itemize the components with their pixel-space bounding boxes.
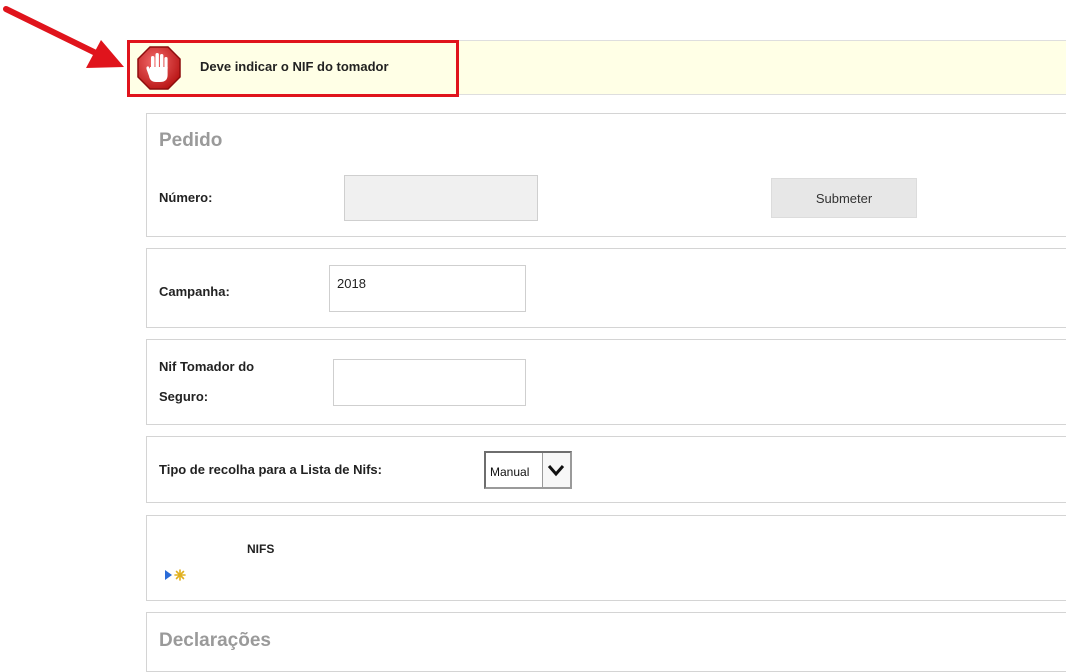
nifs-label: NIFS — [247, 542, 275, 556]
declaracoes-title: Declarações — [159, 630, 271, 651]
campanha-label: Campanha: — [159, 284, 230, 299]
campanha-field[interactable]: 2018 — [329, 265, 526, 312]
pedido-title: Pedido — [159, 130, 223, 151]
nif-label-line2: Seguro: — [159, 389, 209, 404]
nifs-panel: NIFS — [146, 515, 1066, 601]
red-arrow-icon — [3, 6, 124, 68]
nif-tomador-field[interactable] — [333, 359, 526, 406]
campanha-panel: Campanha: 2018 — [146, 248, 1066, 328]
nif-label-line1: Nif Tomador do — [159, 359, 255, 374]
pedido-panel: Pedido Número: Submeter — [146, 113, 1066, 237]
submit-button[interactable]: Submeter — [771, 178, 917, 218]
expand-new-icon[interactable] — [163, 568, 189, 582]
numero-label: Número: — [159, 190, 213, 205]
numero-field[interactable] — [344, 175, 538, 221]
select-dropdown-button[interactable] — [542, 453, 570, 487]
nif-tomador-panel: Nif Tomador do Seguro: — [146, 339, 1066, 425]
alert-highlight-box — [127, 40, 459, 97]
recolha-select[interactable]: Manual — [484, 451, 572, 489]
declaracoes-panel: Declarações — [146, 612, 1066, 672]
chevron-down-icon — [547, 465, 565, 477]
recolha-selected-value: Manual — [490, 465, 530, 479]
recolha-label: Tipo de recolha para a Lista de Nifs: — [159, 462, 382, 477]
recolha-panel: Tipo de recolha para a Lista de Nifs: Ma… — [146, 436, 1066, 503]
